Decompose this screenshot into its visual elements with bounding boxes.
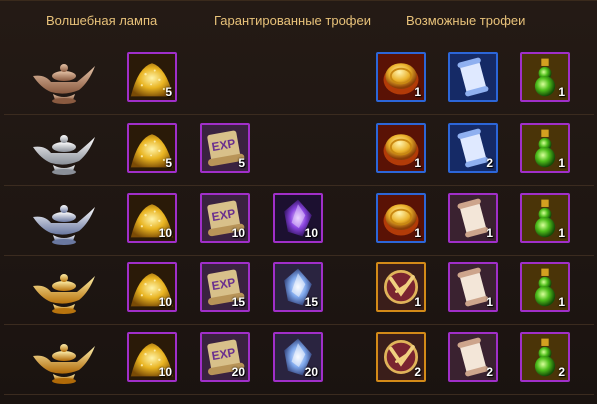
- gold-lamp-icon: [33, 274, 95, 314]
- guaranteed-reward-slot[interactable]: 5: [127, 123, 177, 173]
- guaranteed-reward-slot[interactable]: 20: [273, 332, 323, 382]
- silver-blue-lamp-icon: [33, 205, 95, 245]
- reward-count: 20: [304, 365, 318, 379]
- reward-count: 1: [414, 226, 421, 240]
- guaranteed-reward-slot[interactable]: 10: [127, 332, 177, 382]
- guaranteed-column-header: Гарантированные трофеи: [214, 13, 371, 28]
- guaranteed-reward-slot[interactable]: 15: [273, 262, 323, 312]
- guaranteed-reward-slot[interactable]: EXP 10: [200, 193, 250, 243]
- lamp-image: [29, 262, 99, 317]
- reward-count: 2: [486, 156, 493, 170]
- reward-count: 10: [231, 226, 245, 240]
- lamp-image: [29, 52, 99, 107]
- reward-count: 20: [231, 365, 245, 379]
- blue-scroll-icon: [450, 54, 496, 100]
- possible-reward-slot[interactable]: 1: [520, 262, 570, 312]
- reward-count: 10: [158, 226, 172, 240]
- reward-row: 5 EXP 5 1 2 1: [4, 115, 594, 186]
- reward-count: 1: [558, 295, 565, 309]
- reward-count: 2: [486, 365, 493, 379]
- reward-count: 5: [238, 156, 245, 170]
- reward-count: 1: [414, 156, 421, 170]
- reward-row: 10 EXP 10 10 1 1 1: [4, 185, 594, 256]
- possible-reward-slot[interactable]: 2: [448, 332, 498, 382]
- lamp-image: [29, 123, 99, 178]
- guaranteed-reward-slot[interactable]: 5: [127, 52, 177, 102]
- reward-count: 10: [304, 226, 318, 240]
- reward-row: 10 EXP 20 20 2 2 2: [4, 324, 594, 395]
- reward-count: 1: [558, 156, 565, 170]
- possible-reward-slot[interactable]: 1: [520, 123, 570, 173]
- guaranteed-reward-slot[interactable]: 10: [127, 262, 177, 312]
- reward-row: 10 EXP 15 15 1 1 1: [4, 254, 594, 325]
- possible-reward-slot[interactable]: 1: [520, 52, 570, 102]
- guaranteed-reward-slot[interactable]: EXP 20: [200, 332, 250, 382]
- lamp-image: [29, 332, 99, 387]
- possible-reward-slot[interactable]: 1: [448, 193, 498, 243]
- guaranteed-reward-slot[interactable]: 10: [273, 193, 323, 243]
- possible-reward-slot[interactable]: 2: [448, 123, 498, 173]
- reward-count: 1: [486, 295, 493, 309]
- possible-reward-slot[interactable]: 2: [376, 332, 426, 382]
- bronze-lamp-icon: [33, 64, 95, 104]
- reward-count: 2: [558, 365, 565, 379]
- guaranteed-reward-slot[interactable]: 10: [127, 193, 177, 243]
- reward-count: 1: [558, 226, 565, 240]
- reward-count: 1: [486, 226, 493, 240]
- ornate-gold-lamp-icon: [33, 344, 95, 384]
- reward-count: 15: [231, 295, 245, 309]
- reward-count: 10: [158, 295, 172, 309]
- possible-reward-slot[interactable]: 1: [376, 262, 426, 312]
- possible-reward-slot[interactable]: 1: [376, 193, 426, 243]
- possible-column-header: Возможные трофеи: [406, 13, 526, 28]
- reward-count: 10: [158, 365, 172, 379]
- reward-count: 15: [304, 295, 318, 309]
- possible-reward-slot[interactable]: 1: [448, 262, 498, 312]
- reward-count: 5: [165, 156, 172, 170]
- reward-count: 2: [414, 365, 421, 379]
- magic-lamp-rewards-panel: Волшебная лампа Гарантированные трофеи В…: [0, 0, 597, 404]
- reward-count: 1: [414, 85, 421, 99]
- reward-count: 1: [558, 85, 565, 99]
- possible-reward-slot[interactable]: 2: [520, 332, 570, 382]
- guaranteed-reward-slot[interactable]: EXP 5: [200, 123, 250, 173]
- guaranteed-reward-slot[interactable]: EXP 15: [200, 262, 250, 312]
- reward-count: 5: [165, 85, 172, 99]
- possible-reward-slot[interactable]: 1: [520, 193, 570, 243]
- reward-count: 1: [414, 295, 421, 309]
- possible-reward-slot[interactable]: 1: [376, 52, 426, 102]
- reward-row: 5 1 1: [4, 44, 594, 115]
- header: Волшебная лампа Гарантированные трофеи В…: [0, 1, 597, 43]
- lamp-image: [29, 193, 99, 248]
- possible-reward-slot[interactable]: [448, 52, 498, 102]
- lamp-column-header: Волшебная лампа: [46, 13, 158, 28]
- possible-reward-slot[interactable]: 1: [376, 123, 426, 173]
- silver-lamp-icon: [33, 135, 95, 175]
